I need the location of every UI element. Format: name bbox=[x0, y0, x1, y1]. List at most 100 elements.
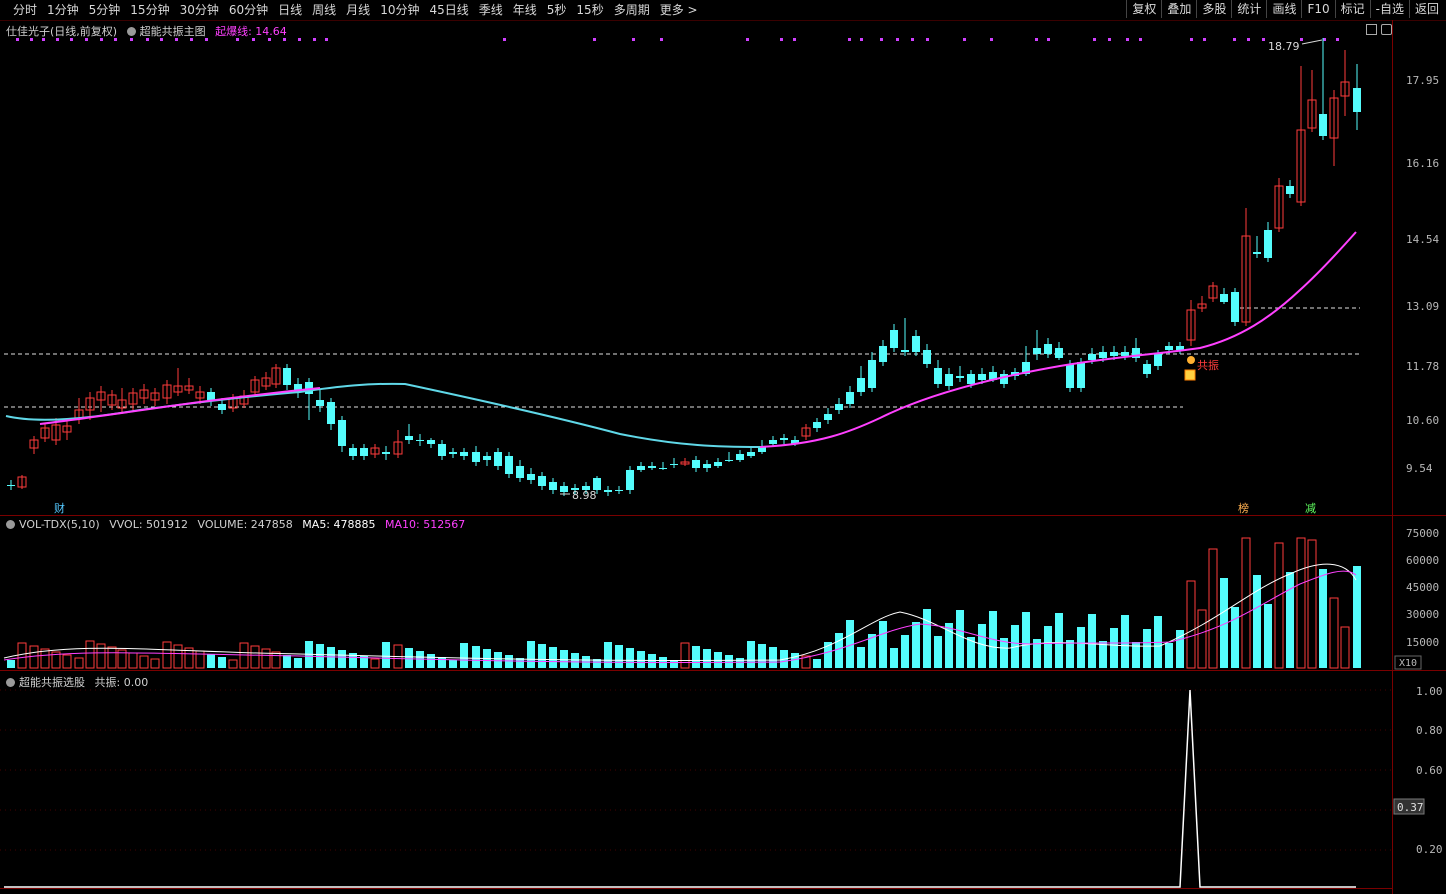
volume-tick: 30000 bbox=[1406, 608, 1439, 621]
signal-dot bbox=[1035, 38, 1038, 41]
candle-body bbox=[945, 374, 953, 386]
candle-body bbox=[780, 438, 788, 440]
signal-dot bbox=[30, 38, 33, 41]
signal-dot bbox=[42, 38, 45, 41]
candle-body bbox=[923, 350, 931, 364]
signal-dot bbox=[660, 38, 663, 41]
price-tick: 14.54 bbox=[1406, 233, 1439, 246]
volume-bar bbox=[460, 643, 468, 668]
ranking-marker[interactable]: 榜 bbox=[1238, 501, 1249, 515]
volume-bar bbox=[1274, 542, 1284, 669]
volume-bar bbox=[283, 655, 291, 668]
volume-bar bbox=[560, 650, 568, 668]
candle-body bbox=[283, 368, 291, 385]
signal-dot bbox=[963, 38, 966, 41]
volume-bar bbox=[835, 633, 843, 668]
signal-dot bbox=[632, 38, 635, 41]
volume-bar bbox=[107, 646, 117, 669]
sub-tick: 0.80 bbox=[1416, 724, 1443, 737]
volume-bar bbox=[1110, 628, 1118, 668]
signal-dot bbox=[56, 38, 59, 41]
volume-bar bbox=[725, 655, 733, 668]
volume-ma10-line bbox=[3, 570, 1357, 664]
moving-average-line bbox=[39, 387, 321, 425]
candle-body bbox=[472, 452, 480, 462]
signal-dot bbox=[896, 38, 899, 41]
volume-bar bbox=[736, 658, 744, 668]
price-tick: 16.16 bbox=[1406, 157, 1439, 170]
volume-bar bbox=[923, 609, 931, 668]
volume-bar bbox=[1165, 643, 1173, 668]
candle-body bbox=[824, 414, 832, 420]
volume-bar bbox=[758, 644, 766, 668]
price-tick: 9.54 bbox=[1406, 462, 1433, 475]
signal-dot bbox=[593, 38, 596, 41]
candle-body bbox=[349, 448, 357, 456]
volume-bar bbox=[228, 659, 238, 669]
volume-bar bbox=[692, 646, 700, 668]
candle-body bbox=[1253, 252, 1261, 254]
reduction-marker[interactable]: 减 bbox=[1305, 502, 1316, 515]
candle-body bbox=[670, 464, 678, 465]
signal-dot bbox=[1336, 38, 1339, 41]
sub-axis: 1.00 0.80 0.60 0.20 0.37 bbox=[1397, 685, 1443, 856]
volume-tick: 15000 bbox=[1406, 636, 1439, 649]
candle-body bbox=[382, 452, 390, 454]
volume-bar bbox=[1186, 580, 1196, 669]
candle-body bbox=[1353, 88, 1361, 112]
candle-body bbox=[978, 374, 986, 380]
volume-bar bbox=[615, 645, 623, 668]
low-price-label: 8.98 bbox=[572, 489, 597, 502]
kline-chart[interactable]: 17.95 16.16 14.54 13.09 11.78 10.60 9.54… bbox=[0, 0, 1446, 894]
signal-dot bbox=[1247, 38, 1250, 41]
candle-body bbox=[494, 452, 502, 466]
volume-bar bbox=[1241, 537, 1251, 669]
volume-bar bbox=[370, 658, 380, 669]
volume-bar bbox=[85, 640, 95, 669]
volume-bar bbox=[1044, 626, 1052, 668]
volume-bar bbox=[327, 647, 335, 668]
candle-body bbox=[626, 470, 634, 490]
signal-dot bbox=[160, 38, 163, 41]
signal-dot bbox=[780, 38, 783, 41]
candle-body bbox=[857, 378, 865, 392]
signal-dot bbox=[911, 38, 914, 41]
volume-bar bbox=[1055, 613, 1063, 668]
high-price-label: 18.79 bbox=[1268, 40, 1300, 53]
signal-dot bbox=[1139, 38, 1142, 41]
volume-bar bbox=[637, 651, 645, 668]
candle-body bbox=[813, 422, 821, 428]
signal-dot bbox=[1203, 38, 1206, 41]
candle-body bbox=[1066, 364, 1074, 388]
volume-bar bbox=[74, 657, 84, 669]
sub-tick: 0.20 bbox=[1416, 843, 1443, 856]
volume-bar bbox=[703, 649, 711, 668]
sub-tick: 1.00 bbox=[1416, 685, 1443, 698]
candle-body bbox=[703, 464, 711, 468]
price-tick: 17.95 bbox=[1406, 74, 1439, 87]
volume-bar bbox=[1208, 548, 1218, 669]
volume-bar bbox=[449, 660, 457, 668]
signal-dot bbox=[298, 38, 301, 41]
volume-bar bbox=[1296, 537, 1306, 669]
volume-bar bbox=[978, 624, 986, 668]
volume-bar bbox=[1340, 626, 1350, 669]
volume-bar bbox=[139, 655, 149, 669]
candle-body bbox=[846, 392, 854, 404]
candle-body bbox=[7, 485, 15, 486]
candle-body bbox=[835, 404, 843, 410]
candle-body bbox=[604, 490, 612, 492]
finance-marker[interactable]: 财 bbox=[54, 501, 65, 515]
signal-dot bbox=[100, 38, 103, 41]
candle-body bbox=[327, 402, 335, 424]
volume-bar bbox=[1353, 566, 1361, 668]
candle-body bbox=[890, 330, 898, 348]
candle-body bbox=[1143, 364, 1151, 374]
volume-bar bbox=[1264, 604, 1272, 668]
volume-bar bbox=[648, 654, 656, 668]
volume-bar bbox=[670, 660, 678, 668]
candle-body bbox=[405, 436, 413, 440]
volume-bar bbox=[505, 655, 513, 668]
volume-bar bbox=[1077, 627, 1085, 668]
volume-bar bbox=[427, 654, 435, 668]
